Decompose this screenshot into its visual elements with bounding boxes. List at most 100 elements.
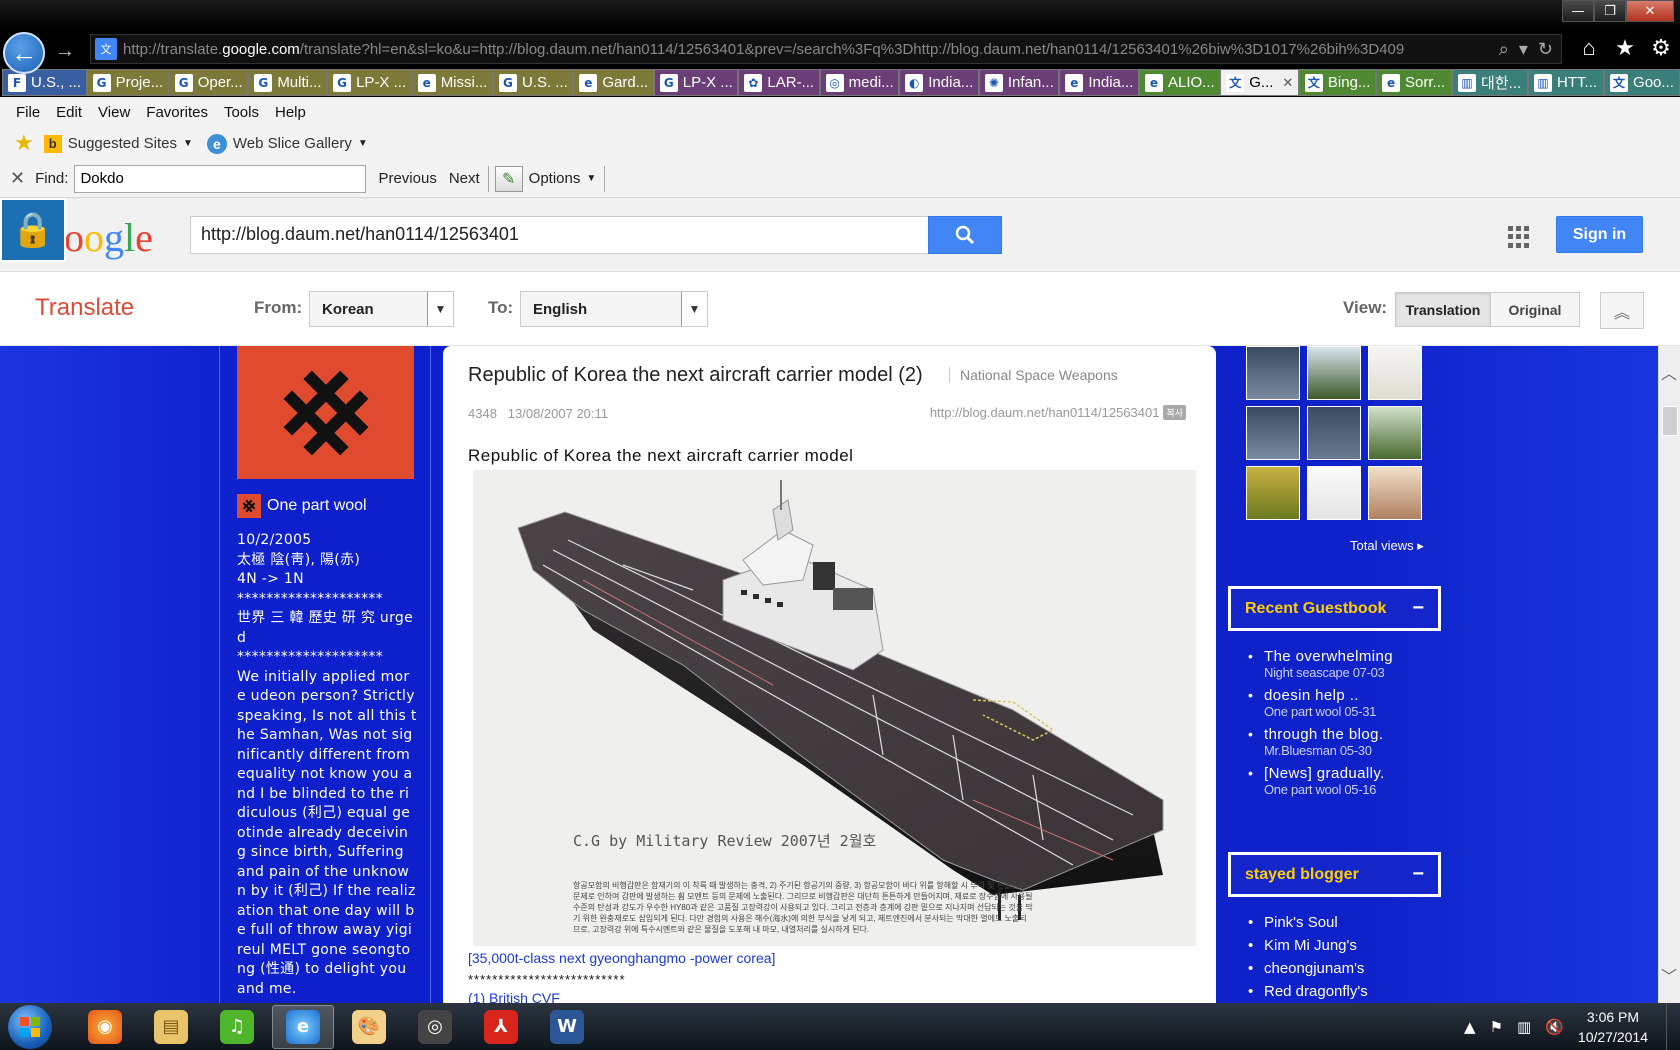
list-item[interactable]: Kim Mi Jung's — [1248, 937, 1448, 954]
thumbnail[interactable] — [1246, 466, 1300, 520]
maximize-button[interactable]: ❐ — [1594, 0, 1626, 22]
from-language-select[interactable]: Korean ▼ — [309, 291, 454, 327]
back-button[interactable]: ← — [3, 32, 45, 74]
volume-muted-icon[interactable]: 🔇 — [1545, 1018, 1564, 1036]
browser-tab[interactable]: ◐ India... — [899, 69, 979, 96]
find-previous-button[interactable]: Previous — [378, 170, 436, 187]
browser-tab[interactable]: G Proje... — [86, 69, 169, 96]
browser-tab[interactable]: e Gard... — [573, 69, 654, 96]
menu-edit[interactable]: Edit — [56, 104, 82, 121]
list-item[interactable]: cheongjunam's — [1248, 960, 1448, 977]
close-tab-icon[interactable]: ✕ — [1282, 75, 1293, 91]
chevron-down-icon[interactable]: ﹀ — [1661, 963, 1677, 987]
sign-in-button[interactable]: Sign in — [1556, 216, 1643, 253]
browser-tab[interactable]: 文 Goo... — [1604, 69, 1680, 96]
browser-tab[interactable]: G LP-X ... — [327, 69, 412, 96]
thumbnail[interactable] — [1307, 406, 1361, 460]
browser-tab[interactable]: e India... — [1059, 69, 1139, 96]
view-translation-button[interactable]: Translation — [1395, 292, 1491, 327]
browser-tab[interactable]: ◎ medi... — [819, 69, 900, 96]
network-icon[interactable]: ▥ — [1517, 1018, 1531, 1036]
list-item[interactable]: [News] gradually.One part wool 05-16 — [1248, 765, 1448, 797]
list-item[interactable]: through the blog.Mr.Bluesman 05-30 — [1248, 726, 1448, 758]
thumbnail[interactable] — [1307, 466, 1361, 520]
browser-tab[interactable]: ✺ Infan... — [978, 69, 1060, 96]
post-url[interactable]: http://blog.daum.net/han0114/12563401 복사 — [930, 405, 1186, 420]
file-explorer-taskbar-icon[interactable]: ▤ — [140, 1005, 202, 1049]
address-bar[interactable]: 文 http://translate.google.com/translate?… — [90, 34, 1562, 64]
minimize-button[interactable]: — — [1562, 0, 1594, 22]
scrollbar-thumb[interactable] — [1662, 406, 1678, 436]
firefox-taskbar-icon[interactable]: ◉ — [74, 1005, 136, 1049]
show-hidden-icons-icon[interactable]: ▲ — [1464, 1018, 1476, 1036]
copy-url-button[interactable]: 복사 — [1163, 405, 1186, 420]
google-logo[interactable]: oogle — [64, 214, 153, 261]
browser-tab[interactable]: ▥ HTT... — [1528, 69, 1605, 96]
thumbnail[interactable] — [1368, 466, 1422, 520]
thumbnail[interactable] — [1307, 346, 1361, 400]
menu-favorites[interactable]: Favorites — [146, 104, 208, 121]
gear-icon[interactable]: ⚙ — [1648, 34, 1674, 62]
thumbnail[interactable] — [1246, 406, 1300, 460]
refresh-icon[interactable]: ↻ — [1538, 39, 1553, 60]
camera-taskbar-icon[interactable]: ◎ — [404, 1005, 466, 1049]
collapse-icon[interactable]: − — [1412, 597, 1424, 620]
internet-explorer-taskbar-icon[interactable]: e — [272, 1004, 334, 1049]
list-item[interactable]: The overwhelmingNight seascape 07-03 — [1248, 648, 1448, 680]
close-window-button[interactable]: ✕ — [1626, 0, 1674, 22]
media-player-taskbar-icon[interactable]: ♫ — [206, 1005, 268, 1049]
browser-tab[interactable]: F U.S., ... — [2, 69, 87, 96]
thumbnail[interactable] — [1368, 346, 1422, 400]
search-icon[interactable]: ⌕ — [1499, 39, 1509, 60]
menu-tools[interactable]: Tools — [224, 104, 259, 121]
menu-file[interactable]: File — [16, 104, 40, 121]
search-input[interactable]: http://blog.daum.net/han0114/12563401 — [190, 216, 930, 254]
menu-help[interactable]: Help — [275, 104, 306, 121]
blogger-nickname[interactable]: One part wool — [237, 494, 367, 518]
browser-tab[interactable]: e Sorr... — [1376, 69, 1453, 96]
forward-button[interactable]: → — [52, 38, 78, 64]
post-category[interactable]: National Space Weapons — [949, 367, 1118, 383]
acrobat-taskbar-icon[interactable]: ⅄ — [470, 1005, 532, 1049]
browser-tab[interactable]: G Multi... — [248, 69, 328, 96]
browser-tab[interactable]: e Missi... — [411, 69, 493, 96]
thumbnail[interactable] — [1246, 346, 1300, 400]
list-item[interactable]: doesin help ..One part wool 05-31 — [1248, 687, 1448, 719]
clock[interactable]: 3:06 PM 10/27/2014 — [1578, 1007, 1648, 1047]
browser-tab[interactable]: ✿ LAR-... — [738, 69, 820, 96]
browser-tab[interactable]: e ALIO... — [1138, 69, 1221, 96]
find-options-button[interactable]: ✎ Options ▼ — [494, 165, 596, 192]
post-section-link[interactable]: (1) British CVF — [468, 990, 560, 1003]
suggested-sites-button[interactable]: b Suggested Sites ▼ — [43, 134, 193, 153]
thumbnail[interactable] — [1368, 406, 1422, 460]
search-button[interactable] — [928, 216, 1002, 254]
browser-tab[interactable]: G LP-X ... — [653, 69, 739, 96]
find-next-button[interactable]: Next — [449, 170, 480, 187]
browser-tab[interactable]: 文 Bing... — [1298, 69, 1377, 96]
browser-tab[interactable]: G Oper... — [168, 69, 249, 96]
browser-tab[interactable]: G U.S. ... — [492, 69, 574, 96]
post-title[interactable]: Republic of Korea the next aircraft carr… — [468, 364, 923, 387]
collapse-icon[interactable]: − — [1412, 863, 1424, 886]
browser-tab[interactable]: 文 G... ✕ — [1220, 69, 1299, 96]
show-desktop-button[interactable] — [1666, 1003, 1680, 1050]
web-slice-gallery-button[interactable]: e Web Slice Gallery ▼ — [206, 133, 368, 154]
post-link[interactable]: [35,000t-class next gyeonghangmo -power … — [468, 950, 775, 966]
action-center-flag-icon[interactable]: ⚑ — [1490, 1018, 1503, 1036]
total-views-link[interactable]: Total views ▸ — [1350, 538, 1424, 554]
start-button[interactable] — [8, 1004, 52, 1049]
favorites-star-icon[interactable]: ★ — [1612, 34, 1638, 62]
home-icon[interactable]: ⌂ — [1576, 34, 1602, 62]
menu-view[interactable]: View — [98, 104, 130, 121]
chevron-up-icon[interactable]: ︿ — [1661, 360, 1677, 384]
highlight-pencil-icon[interactable]: ✎ — [494, 165, 523, 192]
word-taskbar-icon[interactable]: W — [536, 1005, 598, 1049]
to-language-select[interactable]: English ▼ — [520, 291, 708, 327]
paint-taskbar-icon[interactable]: 🎨 — [338, 1005, 400, 1049]
dropdown-icon[interactable]: ▾ — [1519, 39, 1528, 60]
close-find-icon[interactable]: ✕ — [10, 168, 25, 189]
vertical-scrollbar[interactable]: ︿ ﹀ — [1658, 346, 1680, 1003]
collapse-header-button[interactable]: ︽ — [1600, 292, 1644, 329]
list-item[interactable]: Pink's Soul — [1248, 914, 1448, 931]
apps-grid-icon[interactable] — [1508, 226, 1530, 248]
